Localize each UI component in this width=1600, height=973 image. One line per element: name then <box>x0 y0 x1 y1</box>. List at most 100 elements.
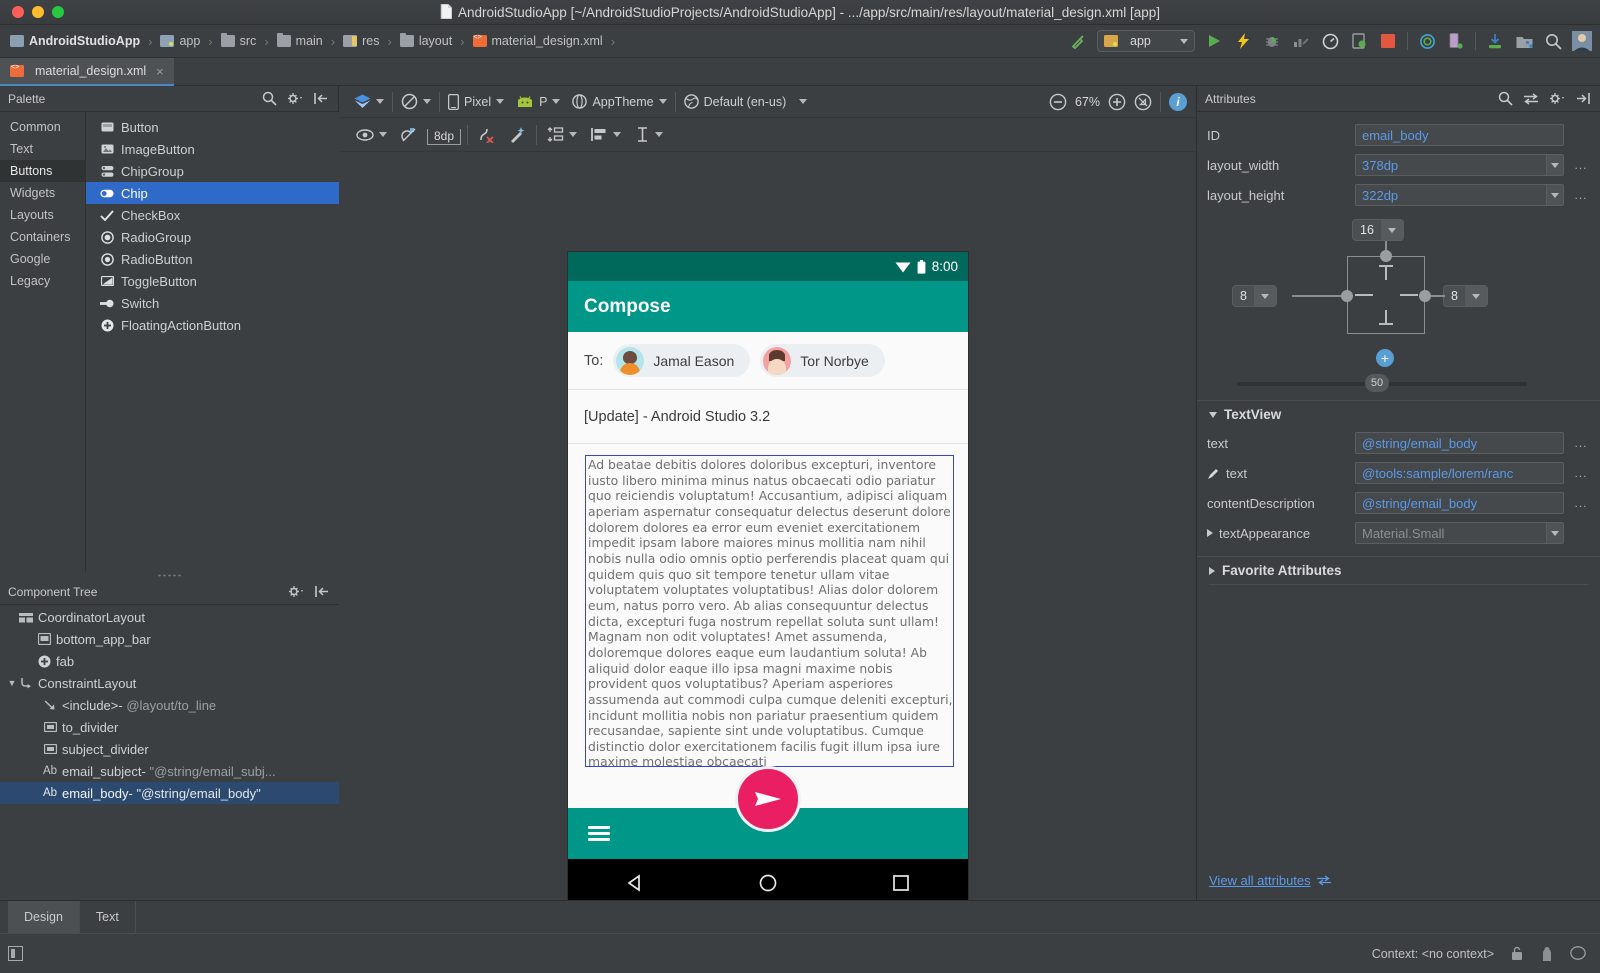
recipient-chip-tor[interactable]: Tor Norbye <box>760 344 885 377</box>
palette-item-radiogroup[interactable]: RadioGroup <box>86 226 339 248</box>
zoom-out-icon[interactable] <box>1049 93 1067 111</box>
margin-left-control[interactable]: 8 <box>1232 285 1277 307</box>
panel-splitter[interactable] <box>0 572 339 579</box>
tools-text-input[interactable]: @tools:sample/lorem/ranc <box>1355 462 1564 484</box>
collapse-icon[interactable] <box>314 92 328 105</box>
palette-item-floatingactionbutton[interactable]: FloatingActionButton <box>86 314 339 336</box>
tree-row[interactable]: Ab email_subject- "@string/email_subj... <box>0 760 339 782</box>
text-appearance-combo[interactable]: Material.Small <box>1355 522 1564 544</box>
align-selector[interactable] <box>587 124 625 146</box>
email-subject[interactable]: [Update] - Android Studio 3.2 <box>568 390 968 444</box>
instant-run-icon[interactable] <box>1233 31 1253 51</box>
breadcrumb-item-project[interactable]: AndroidStudioApp <box>8 34 142 48</box>
constraint-handle-top[interactable] <box>1380 250 1392 262</box>
zoom-in-icon[interactable] <box>1108 93 1126 111</box>
tree-row[interactable]: CoordinatorLayout <box>0 606 339 628</box>
section-favorites-header[interactable]: Favorite Attributes <box>1197 556 1600 584</box>
design-mode-selector[interactable] <box>350 91 388 113</box>
chevron-down-icon[interactable] <box>1380 220 1403 240</box>
gear-icon[interactable] <box>287 92 304 105</box>
sdk-manager-icon[interactable] <box>1485 31 1505 51</box>
profile-icon[interactable] <box>1291 31 1311 51</box>
gear-icon[interactable] <box>288 585 305 598</box>
constraint-handle-left[interactable] <box>1341 290 1353 302</box>
palette-item-checkbox[interactable]: CheckBox <box>86 204 339 226</box>
sort-icon[interactable] <box>1523 92 1539 105</box>
tab-text[interactable]: Text <box>80 900 136 934</box>
email-body-selected-view[interactable]: Ad beatae debitis dolores doloribus exce… <box>585 455 954 767</box>
breadcrumb-item-app[interactable]: app <box>158 34 202 48</box>
attribute-label-expandable[interactable]: textAppearance <box>1207 526 1347 541</box>
section-textview-header[interactable]: TextView <box>1197 400 1600 428</box>
pack-selector[interactable] <box>543 124 581 146</box>
event-log-icon[interactable] <box>1570 946 1586 961</box>
close-icon[interactable]: × <box>156 64 164 79</box>
clear-constraints-button[interactable] <box>474 124 499 146</box>
search-everywhere-icon[interactable] <box>1543 31 1563 51</box>
breadcrumb-item-res[interactable]: res <box>341 34 381 48</box>
margin-right-control[interactable]: 8 <box>1443 285 1488 307</box>
layout-width-more-button[interactable]: ... <box>1572 158 1590 172</box>
tree-row[interactable]: bottom_app_bar <box>0 628 339 650</box>
theme-selector[interactable]: AppTheme <box>568 91 670 113</box>
palette-item-imagebutton[interactable]: ImageButton <box>86 138 339 160</box>
zoom-fit-icon[interactable] <box>1134 93 1152 111</box>
palette-item-chip[interactable]: Chip <box>86 182 339 204</box>
palette-category-widgets[interactable]: Widgets <box>0 182 85 204</box>
build-hammer-icon[interactable] <box>1068 31 1088 51</box>
palette-category-containers[interactable]: Containers <box>0 226 85 248</box>
run-icon[interactable] <box>1204 31 1224 51</box>
chevron-down-icon[interactable] <box>1464 286 1487 306</box>
tree-row[interactable]: ▼ ConstraintLayout <box>0 672 339 694</box>
breadcrumb-item-main[interactable]: main <box>275 33 325 48</box>
collapse-icon[interactable] <box>315 585 329 598</box>
device-selector[interactable]: Pixel <box>444 91 508 113</box>
default-margin-value[interactable]: 8dp <box>427 128 462 145</box>
tab-design[interactable]: Design <box>8 900 80 934</box>
lock-icon[interactable] <box>1510 946 1524 961</box>
send-fab-button[interactable] <box>735 766 801 832</box>
sync-gradle-icon[interactable] <box>1417 31 1437 51</box>
device-preview[interactable]: 8:00 Compose To: Jamal Eason Tor Norbye <box>568 252 968 963</box>
palette-category-text[interactable]: Text <box>0 138 85 160</box>
collapse-icon[interactable] <box>1576 92 1590 105</box>
autoconnect-toggle[interactable] <box>397 124 421 146</box>
bias-slider-thumb[interactable]: 50 <box>1365 374 1389 392</box>
chevron-down-icon[interactable] <box>1253 286 1276 306</box>
memory-icon[interactable] <box>1540 946 1554 962</box>
tree-expand-arrow[interactable]: ▼ <box>6 678 18 688</box>
hamburger-icon[interactable] <box>588 823 610 845</box>
chevron-down-icon[interactable] <box>1546 185 1563 205</box>
nav-recents-icon[interactable] <box>891 873 911 893</box>
gear-icon[interactable] <box>1549 92 1566 105</box>
palette-category-layouts[interactable]: Layouts <box>0 204 85 226</box>
recipient-chip-jamal[interactable]: Jamal Eason <box>613 344 751 377</box>
tools-text-more-button[interactable]: ... <box>1572 466 1590 480</box>
monitor-icon[interactable] <box>1320 31 1340 51</box>
info-icon[interactable]: i <box>1169 92 1187 111</box>
content-description-input[interactable]: @string/email_body <box>1355 492 1564 514</box>
text-more-button[interactable]: ... <box>1572 436 1590 450</box>
constraint-widget[interactable]: 16 8 8 + 50 <box>1197 210 1600 400</box>
editor-tab-material-design[interactable]: material_design.xml × <box>0 58 174 86</box>
tree-row[interactable]: fab <box>0 650 339 672</box>
palette-category-buttons[interactable]: Buttons <box>0 160 85 182</box>
orientation-selector[interactable] <box>397 91 435 113</box>
palette-item-switch[interactable]: Switch <box>86 292 339 314</box>
palette-category-common[interactable]: Common <box>0 116 85 138</box>
palette-category-legacy[interactable]: Legacy <box>0 270 85 292</box>
palette-item-chipgroup[interactable]: ChipGroup <box>86 160 339 182</box>
constraint-handle-right[interactable] <box>1419 290 1431 302</box>
breadcrumb-item-file[interactable]: material_design.xml <box>471 34 605 48</box>
add-constraint-icon[interactable]: + <box>1376 349 1394 367</box>
api-selector[interactable]: P <box>512 91 564 113</box>
tree-row[interactable]: to_divider <box>0 716 339 738</box>
breadcrumb-item-src[interactable]: src <box>219 33 259 48</box>
search-icon[interactable] <box>1498 91 1513 106</box>
nav-home-icon[interactable] <box>758 873 778 893</box>
id-input[interactable]: email_body <box>1355 124 1564 146</box>
chevron-down-icon[interactable] <box>1546 155 1563 175</box>
attach-debugger-icon[interactable] <box>1349 31 1369 51</box>
chevron-down-icon[interactable] <box>1546 523 1563 543</box>
margin-top-control[interactable]: 16 <box>1352 219 1404 241</box>
